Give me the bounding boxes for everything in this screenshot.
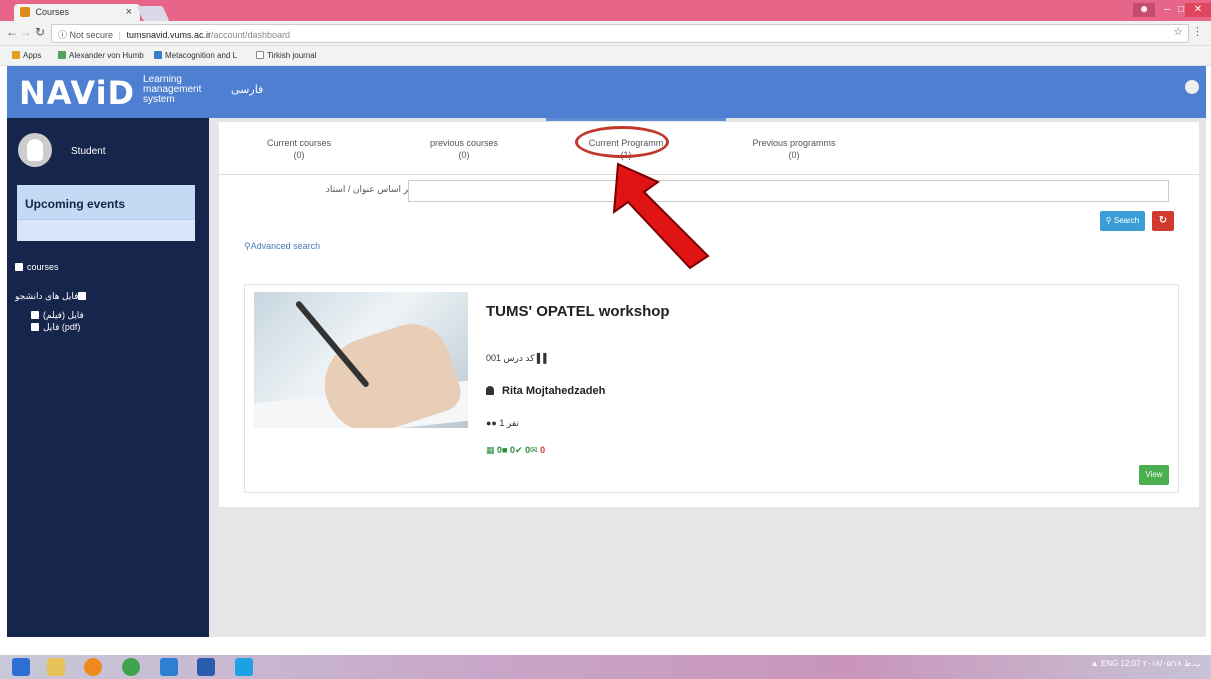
profile-icon[interactable]: ☻ xyxy=(1133,3,1155,17)
url-input[interactable]: ⓘ Not secure | tumsnavid.vums.ac.ir/acco… xyxy=(51,24,1189,43)
bookmark-tirkish[interactable]: Tirkish journal xyxy=(256,51,317,60)
search-button[interactable]: ⚲ Search xyxy=(1100,211,1145,231)
user-name: Student xyxy=(71,146,106,157)
course-members: ●● نفر 1 xyxy=(486,418,519,428)
reset-button[interactable]: ↻ xyxy=(1152,211,1174,231)
internet-explorer-icon[interactable] xyxy=(160,658,178,676)
humboldt-icon xyxy=(58,51,66,59)
network-icon[interactable]: ▲ xyxy=(1091,659,1099,668)
annotation-arrow xyxy=(612,162,710,270)
logo-subtitle: Learning management system xyxy=(143,74,202,105)
close-window-button[interactable]: ✕ xyxy=(1185,3,1211,17)
bookmark-humboldt[interactable]: Alexander von Humb xyxy=(58,51,144,60)
user-menu-icon[interactable] xyxy=(1185,80,1199,94)
upcoming-events-panel: Upcoming events xyxy=(17,185,195,241)
sidebar-item-student-files[interactable]: فایل های دانشجو xyxy=(15,291,115,302)
course-title[interactable]: TUMS' OPATEL workshop xyxy=(486,303,670,320)
page-icon xyxy=(256,51,264,59)
chrome-icon[interactable] xyxy=(122,658,140,676)
course-stats: ▦ 0■ 0✔ 0✉ 0 xyxy=(486,445,546,455)
browser-titlebar: Courses × ☻ – □ ✕ xyxy=(0,0,1211,21)
user-icon xyxy=(486,386,494,395)
menu-icon[interactable]: ⋮ xyxy=(1192,25,1203,38)
file-icon xyxy=(31,323,39,331)
address-bar-row: ← → ↻ ⓘ Not secure | tumsnavid.vums.ac.i… xyxy=(0,21,1211,46)
folder-icon: ■ xyxy=(502,445,508,455)
envelope-icon: ✉ xyxy=(530,445,538,455)
bookmark-star-icon[interactable]: ☆ xyxy=(1173,25,1183,38)
tab-previous-courses[interactable]: previous courses (0) xyxy=(394,137,534,161)
annotation-circle xyxy=(575,126,669,158)
users-icon: ●● xyxy=(486,418,497,428)
files-icon xyxy=(78,292,87,300)
url-host: tumsnavid.vums.ac.ir xyxy=(126,30,211,40)
upcoming-events-title: Upcoming events xyxy=(17,185,195,220)
security-label: Not secure xyxy=(69,30,114,40)
start-icon[interactable] xyxy=(12,658,30,676)
sidebar-item-video-files[interactable]: (فایل (فیلم xyxy=(31,310,84,321)
language-indicator[interactable]: ENG xyxy=(1101,659,1118,668)
check-icon: ✔ xyxy=(515,445,523,455)
metacognition-icon xyxy=(154,51,162,59)
sidebar-item-courses[interactable]: courses xyxy=(15,262,59,272)
url-separator: | xyxy=(118,30,121,40)
back-icon[interactable]: ← xyxy=(6,25,18,39)
url-path: /account/dashboard xyxy=(210,30,291,40)
word-icon[interactable] xyxy=(197,658,215,676)
sidebar-item-pdf-files[interactable]: فایل (pdf) xyxy=(31,322,80,333)
course-image[interactable] xyxy=(254,292,468,428)
advanced-search-link[interactable]: ⚲Advanced search xyxy=(244,241,320,252)
reload-icon[interactable]: ↻ xyxy=(35,25,45,39)
search-icon: ⚲ xyxy=(244,241,251,251)
search-label: بر اساس عنوان / استاد xyxy=(325,184,411,194)
new-tab-button[interactable] xyxy=(136,6,170,21)
site-header: NAViD Learning management system فارسی xyxy=(7,66,1206,118)
windows-taskbar: ▲ ENG 12:07 ب.ظ ۲۰۱۸/۰۵/۱۸ xyxy=(0,655,1211,679)
skype-icon[interactable] xyxy=(235,658,253,676)
browser-tab[interactable]: Courses × xyxy=(14,4,140,21)
refresh-icon: ↻ xyxy=(1158,215,1168,226)
forward-icon[interactable]: → xyxy=(20,25,32,39)
barcode-icon: ▌▌ xyxy=(536,353,550,363)
course-teacher: Rita Mojtahedzadeh xyxy=(486,385,605,397)
navid-logo[interactable]: NAViD xyxy=(19,74,135,112)
search-icon: ⚲ xyxy=(1105,216,1112,225)
bookmarks-bar: Apps Alexander von Humb Metacognition an… xyxy=(0,46,1211,66)
sidebar: Student Upcoming events courses فایل های… xyxy=(7,118,209,637)
firefox-icon[interactable] xyxy=(84,658,102,676)
tab-title: Courses xyxy=(35,7,70,17)
film-icon xyxy=(31,311,39,319)
view-button[interactable]: View xyxy=(1139,465,1169,485)
site-favicon-icon xyxy=(20,7,30,17)
system-tray: ▲ ENG 12:07 ب.ظ ۲۰۱۸/۰۵/۱۸ xyxy=(1091,659,1201,668)
file-explorer-icon[interactable] xyxy=(47,658,65,676)
language-switch-link[interactable]: فارسی xyxy=(231,83,263,96)
clock-date[interactable]: ۲۰۱۸/۰۵/۱۸ xyxy=(1143,659,1182,668)
bookmark-apps[interactable]: Apps xyxy=(12,51,41,60)
course-code: ▌▌ کد درس 001 xyxy=(486,353,550,363)
search-input[interactable] xyxy=(408,180,1169,202)
tab-close-icon[interactable]: × xyxy=(126,6,132,18)
info-icon[interactable]: ⓘ xyxy=(58,30,67,40)
book-icon xyxy=(15,263,23,271)
tab-current-courses[interactable]: Current courses (0) xyxy=(229,137,369,161)
calendar-icon: ▦ xyxy=(486,445,495,455)
tab-previous-programs[interactable]: Previous programms (0) xyxy=(724,137,864,161)
course-card: TUMS' OPATEL workshop ▌▌ کد درس 001 Rita… xyxy=(244,284,1179,493)
apps-icon xyxy=(12,51,20,59)
bookmark-metacognition[interactable]: Metacognition and L xyxy=(154,51,237,60)
avatar[interactable] xyxy=(18,133,52,167)
